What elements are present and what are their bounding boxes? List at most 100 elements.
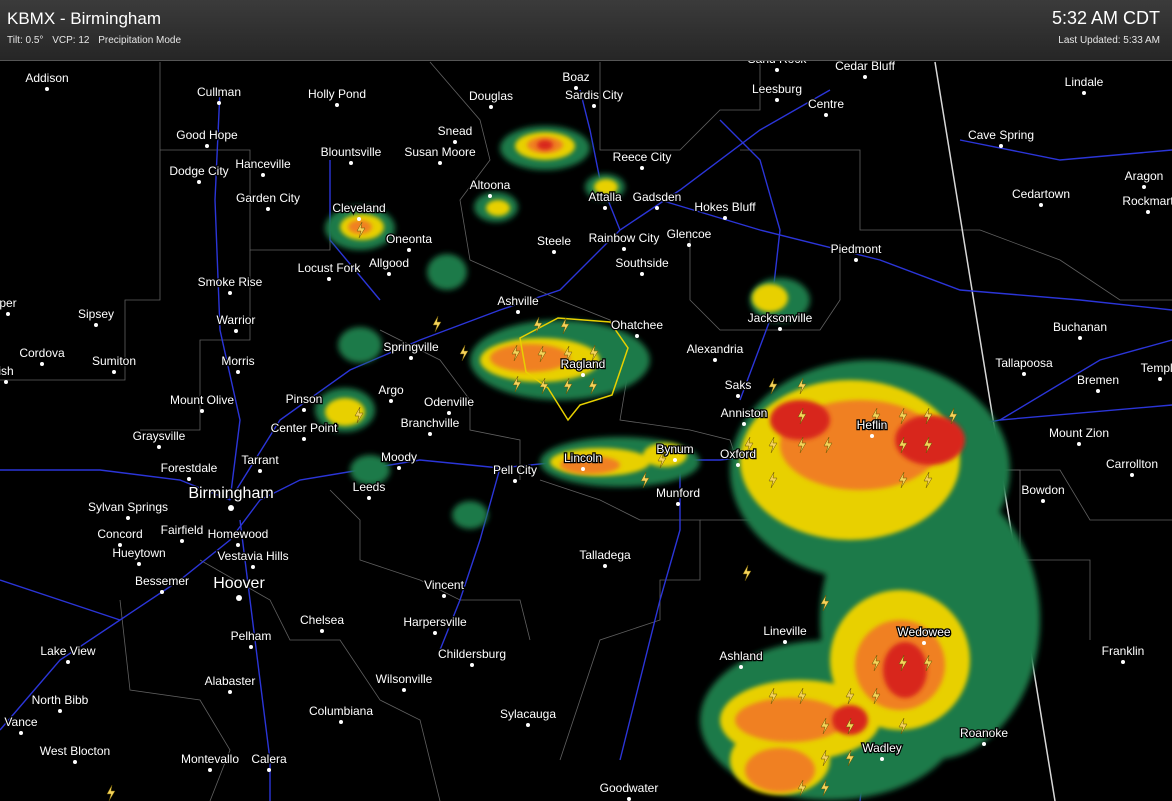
city-dot <box>387 272 391 276</box>
city-label: Sumiton <box>92 354 136 368</box>
city-dot <box>160 590 164 594</box>
city-label: Mount Olive <box>170 393 234 407</box>
city-dot <box>713 358 717 362</box>
city-label: Childersburg <box>438 647 506 661</box>
city-label: Bessemer <box>135 574 189 588</box>
city-label: Chelsea <box>300 613 344 627</box>
city-dot <box>526 723 530 727</box>
scan-info: Tilt: 0.5° VCP: 12 Precipitation Mode <box>7 35 187 46</box>
city-label: Reece City <box>613 150 672 164</box>
city-dot <box>723 216 727 220</box>
vcp-value: VCP: 12 <box>52 35 90 46</box>
city-label: Jacksonville <box>748 311 813 325</box>
city-dot <box>407 248 411 252</box>
city-label: Vestavia Hills <box>217 549 288 563</box>
city-dot <box>581 467 585 471</box>
city-dot <box>824 113 828 117</box>
city-dot <box>673 458 677 462</box>
city-label: Forestdale <box>161 461 218 475</box>
city-dot <box>1082 91 1086 95</box>
city-dot <box>1022 372 1026 376</box>
city-dot <box>261 173 265 177</box>
city-dot <box>1130 473 1134 477</box>
city-label: Mount Zion <box>1049 426 1109 440</box>
city-label: Homewood <box>208 527 269 541</box>
city-label: Springville <box>383 340 439 354</box>
city-label: Anniston <box>721 406 768 420</box>
city-label: Heflin <box>857 418 888 432</box>
city-label: Branchville <box>401 416 460 430</box>
city-dot <box>357 217 361 221</box>
city-dot <box>603 206 607 210</box>
city-label: Wilsonville <box>376 672 433 686</box>
city-label: Leeds <box>353 480 386 494</box>
city-dot <box>581 373 585 377</box>
city-dot <box>447 411 451 415</box>
city-dot <box>4 380 8 384</box>
city-label: Center Point <box>271 421 338 435</box>
city-dot <box>1041 499 1045 503</box>
city-dot <box>982 742 986 746</box>
station-title[interactable]: KBMX - Birmingham <box>7 9 161 29</box>
city-dot <box>66 660 70 664</box>
city-dot <box>783 640 787 644</box>
city-label: Fairfield <box>161 523 204 537</box>
city-label: Sardis City <box>565 88 623 102</box>
city-label: Gadsden <box>633 190 682 204</box>
city-dot <box>320 629 324 633</box>
city-dot <box>742 422 746 426</box>
city-label: Odenville <box>424 395 474 409</box>
city-dot <box>676 502 680 506</box>
city-label: Temple <box>1141 361 1172 375</box>
city-label: Lake View <box>40 644 95 658</box>
city-label: Rainbow City <box>589 231 660 245</box>
city-label: Bynum <box>656 442 693 456</box>
city-label: Pell City <box>493 463 537 477</box>
city-dot <box>251 565 255 569</box>
city-dot <box>655 206 659 210</box>
city-dot <box>622 247 626 251</box>
city-label: Calera <box>251 752 287 766</box>
city-dot <box>208 768 212 772</box>
city-label: Bremen <box>1077 373 1119 387</box>
city-dot <box>267 768 271 772</box>
city-label: Douglas <box>469 89 513 103</box>
city-label: Sylacauga <box>500 707 556 721</box>
city-dot <box>1078 336 1082 340</box>
city-label: Garden City <box>236 191 300 205</box>
city-label: Locust Fork <box>298 261 362 275</box>
city-label: Sylvan Springs <box>88 500 168 514</box>
city-label: Sipsey <box>78 307 114 321</box>
city-label: Carrollton <box>1106 457 1158 471</box>
city-dot <box>438 161 442 165</box>
city-dot <box>1039 203 1043 207</box>
city-label: Columbiana <box>309 704 373 718</box>
city-label: Hanceville <box>235 157 291 171</box>
city-label: Ashville <box>497 294 539 308</box>
city-dot <box>112 370 116 374</box>
city-label: Attalla <box>588 190 622 204</box>
city-dot <box>1121 660 1125 664</box>
radar-map[interactable]: Addison Cullman Holly Pond Douglas Boaz Sardi… <box>0 0 1172 801</box>
city-label: Wedowee <box>897 625 950 639</box>
city-dot <box>335 103 339 107</box>
city-label: Lindale <box>1065 75 1104 89</box>
city-dot <box>228 690 232 694</box>
city-dot <box>236 595 242 601</box>
city-dot <box>197 180 201 184</box>
city-label: Cordova <box>19 346 65 360</box>
city-label: Ragland <box>561 357 606 371</box>
city-dot <box>339 720 343 724</box>
city-dot <box>302 437 306 441</box>
city-dot <box>516 310 520 314</box>
city-dot <box>327 277 331 281</box>
city-label: Goodwater <box>600 781 659 795</box>
city-label: Cleveland <box>332 201 385 215</box>
city-label: Alabaster <box>205 674 256 688</box>
city-dot <box>433 631 437 635</box>
city-dot <box>1146 210 1150 214</box>
city-dot <box>489 105 493 109</box>
city-dot <box>552 250 556 254</box>
city-label: Saks <box>725 378 752 392</box>
city-label: Pelham <box>231 629 272 643</box>
